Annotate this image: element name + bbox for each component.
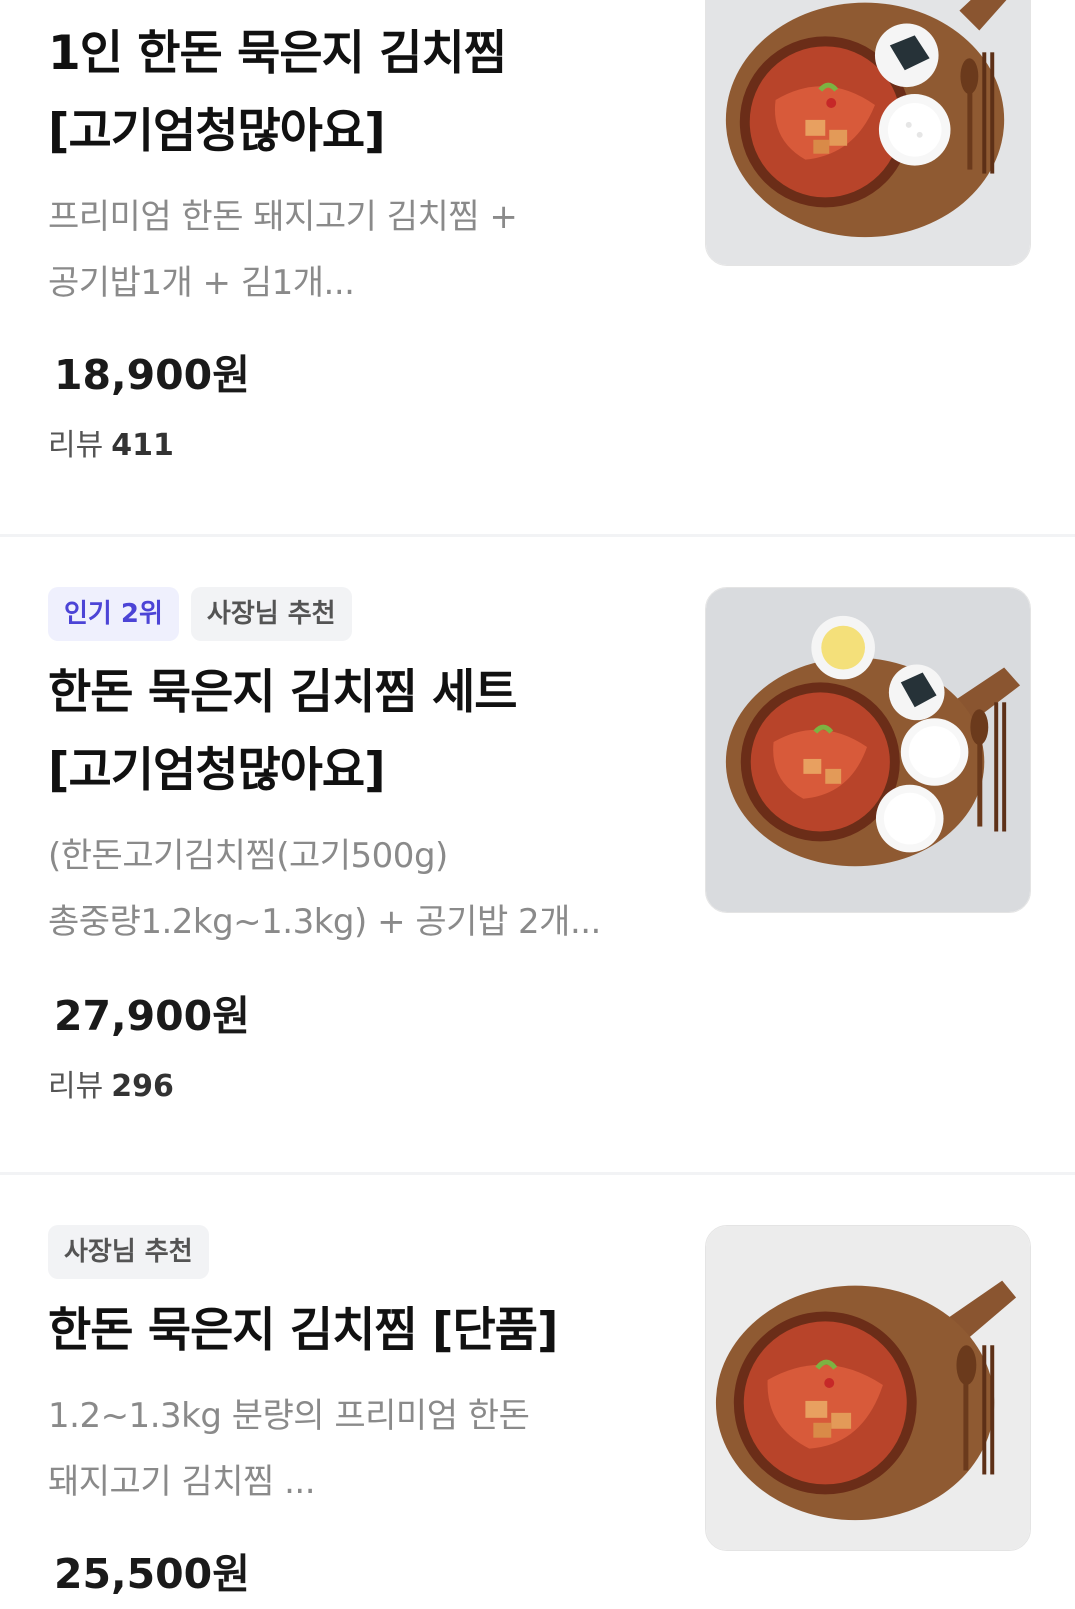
kimchi-stew-set-image[interactable] xyxy=(705,587,1031,913)
menu-list: 1인 한돈 묵은지 김치찜 [고기엄청많아요] 프리미엄 한돈 돼지고기 김치찜… xyxy=(0,0,1075,1609)
menu-description-line: 총중량1.2kg~1.3kg) + 공기밥 2개... xyxy=(48,902,601,942)
menu-title-line: 1인 한돈 묵은지 김치찜 xyxy=(48,26,507,81)
badge-row: 인기 2위 사장님 추천 xyxy=(48,587,352,641)
menu-description-line: 공기밥1개 + 김1개... xyxy=(48,263,355,303)
reviews-label: 리뷰 xyxy=(48,1069,104,1104)
menu-item-info: 사장님 추천 한돈 묵은지 김치찜 [단품] 1.2~1.3kg 분량의 프리미… xyxy=(48,1175,668,1609)
badge-row: 사장님 추천 xyxy=(48,1225,209,1279)
popular-rank-badge: 인기 2위 xyxy=(48,587,179,641)
menu-reviews: 리뷰 411 xyxy=(48,426,174,466)
menu-item[interactable]: 사장님 추천 한돈 묵은지 김치찜 [단품] 1.2~1.3kg 분량의 프리미… xyxy=(0,1175,1075,1609)
menu-item[interactable]: 인기 2위 사장님 추천 한돈 묵은지 김치찜 세트 [고기엄청많아요] (한돈… xyxy=(0,537,1075,1173)
kimchi-stew-single-image[interactable] xyxy=(705,1225,1031,1551)
menu-reviews: 리뷰 296 xyxy=(48,1067,174,1107)
menu-price: 18,900원 xyxy=(54,351,250,399)
menu-item-info: 1인 한돈 묵은지 김치찜 [고기엄청많아요] 프리미엄 한돈 돼지고기 김치찜… xyxy=(48,0,668,520)
food-photo-icon xyxy=(706,588,1030,912)
menu-item-info: 인기 2위 사장님 추천 한돈 묵은지 김치찜 세트 [고기엄청많아요] (한돈… xyxy=(48,537,668,1173)
menu-price: 27,900원 xyxy=(54,992,250,1040)
reviews-label: 리뷰 xyxy=(48,428,104,463)
menu-title-line: [고기엄청많아요] xyxy=(48,104,386,159)
menu-description-line: 프리미엄 한돈 돼지고기 김치찜 + xyxy=(48,197,518,237)
reviews-count: 411 xyxy=(111,428,174,463)
menu-title-line: 한돈 묵은지 김치찜 세트 xyxy=(48,665,518,720)
owner-recommend-badge: 사장님 추천 xyxy=(190,587,352,641)
menu-description-line: 돼지고기 김치찜 ... xyxy=(48,1462,316,1502)
menu-price: 25,500원 xyxy=(54,1550,250,1598)
kimchi-stew-image[interactable] xyxy=(705,0,1031,266)
food-photo-icon xyxy=(706,1226,1030,1550)
menu-title-line: 한돈 묵은지 김치찜 [단품] xyxy=(48,1303,558,1358)
menu-description-line: (한돈고기김치찜(고기500g) xyxy=(48,836,448,876)
food-photo-icon xyxy=(706,0,1030,265)
menu-title-line: [고기엄청많아요] xyxy=(48,743,386,798)
owner-recommend-badge: 사장님 추천 xyxy=(48,1225,209,1279)
menu-item[interactable]: 1인 한돈 묵은지 김치찜 [고기엄청많아요] 프리미엄 한돈 돼지고기 김치찜… xyxy=(0,0,1075,520)
reviews-count: 296 xyxy=(111,1069,174,1104)
menu-description-line: 1.2~1.3kg 분량의 프리미엄 한돈 xyxy=(48,1396,530,1436)
